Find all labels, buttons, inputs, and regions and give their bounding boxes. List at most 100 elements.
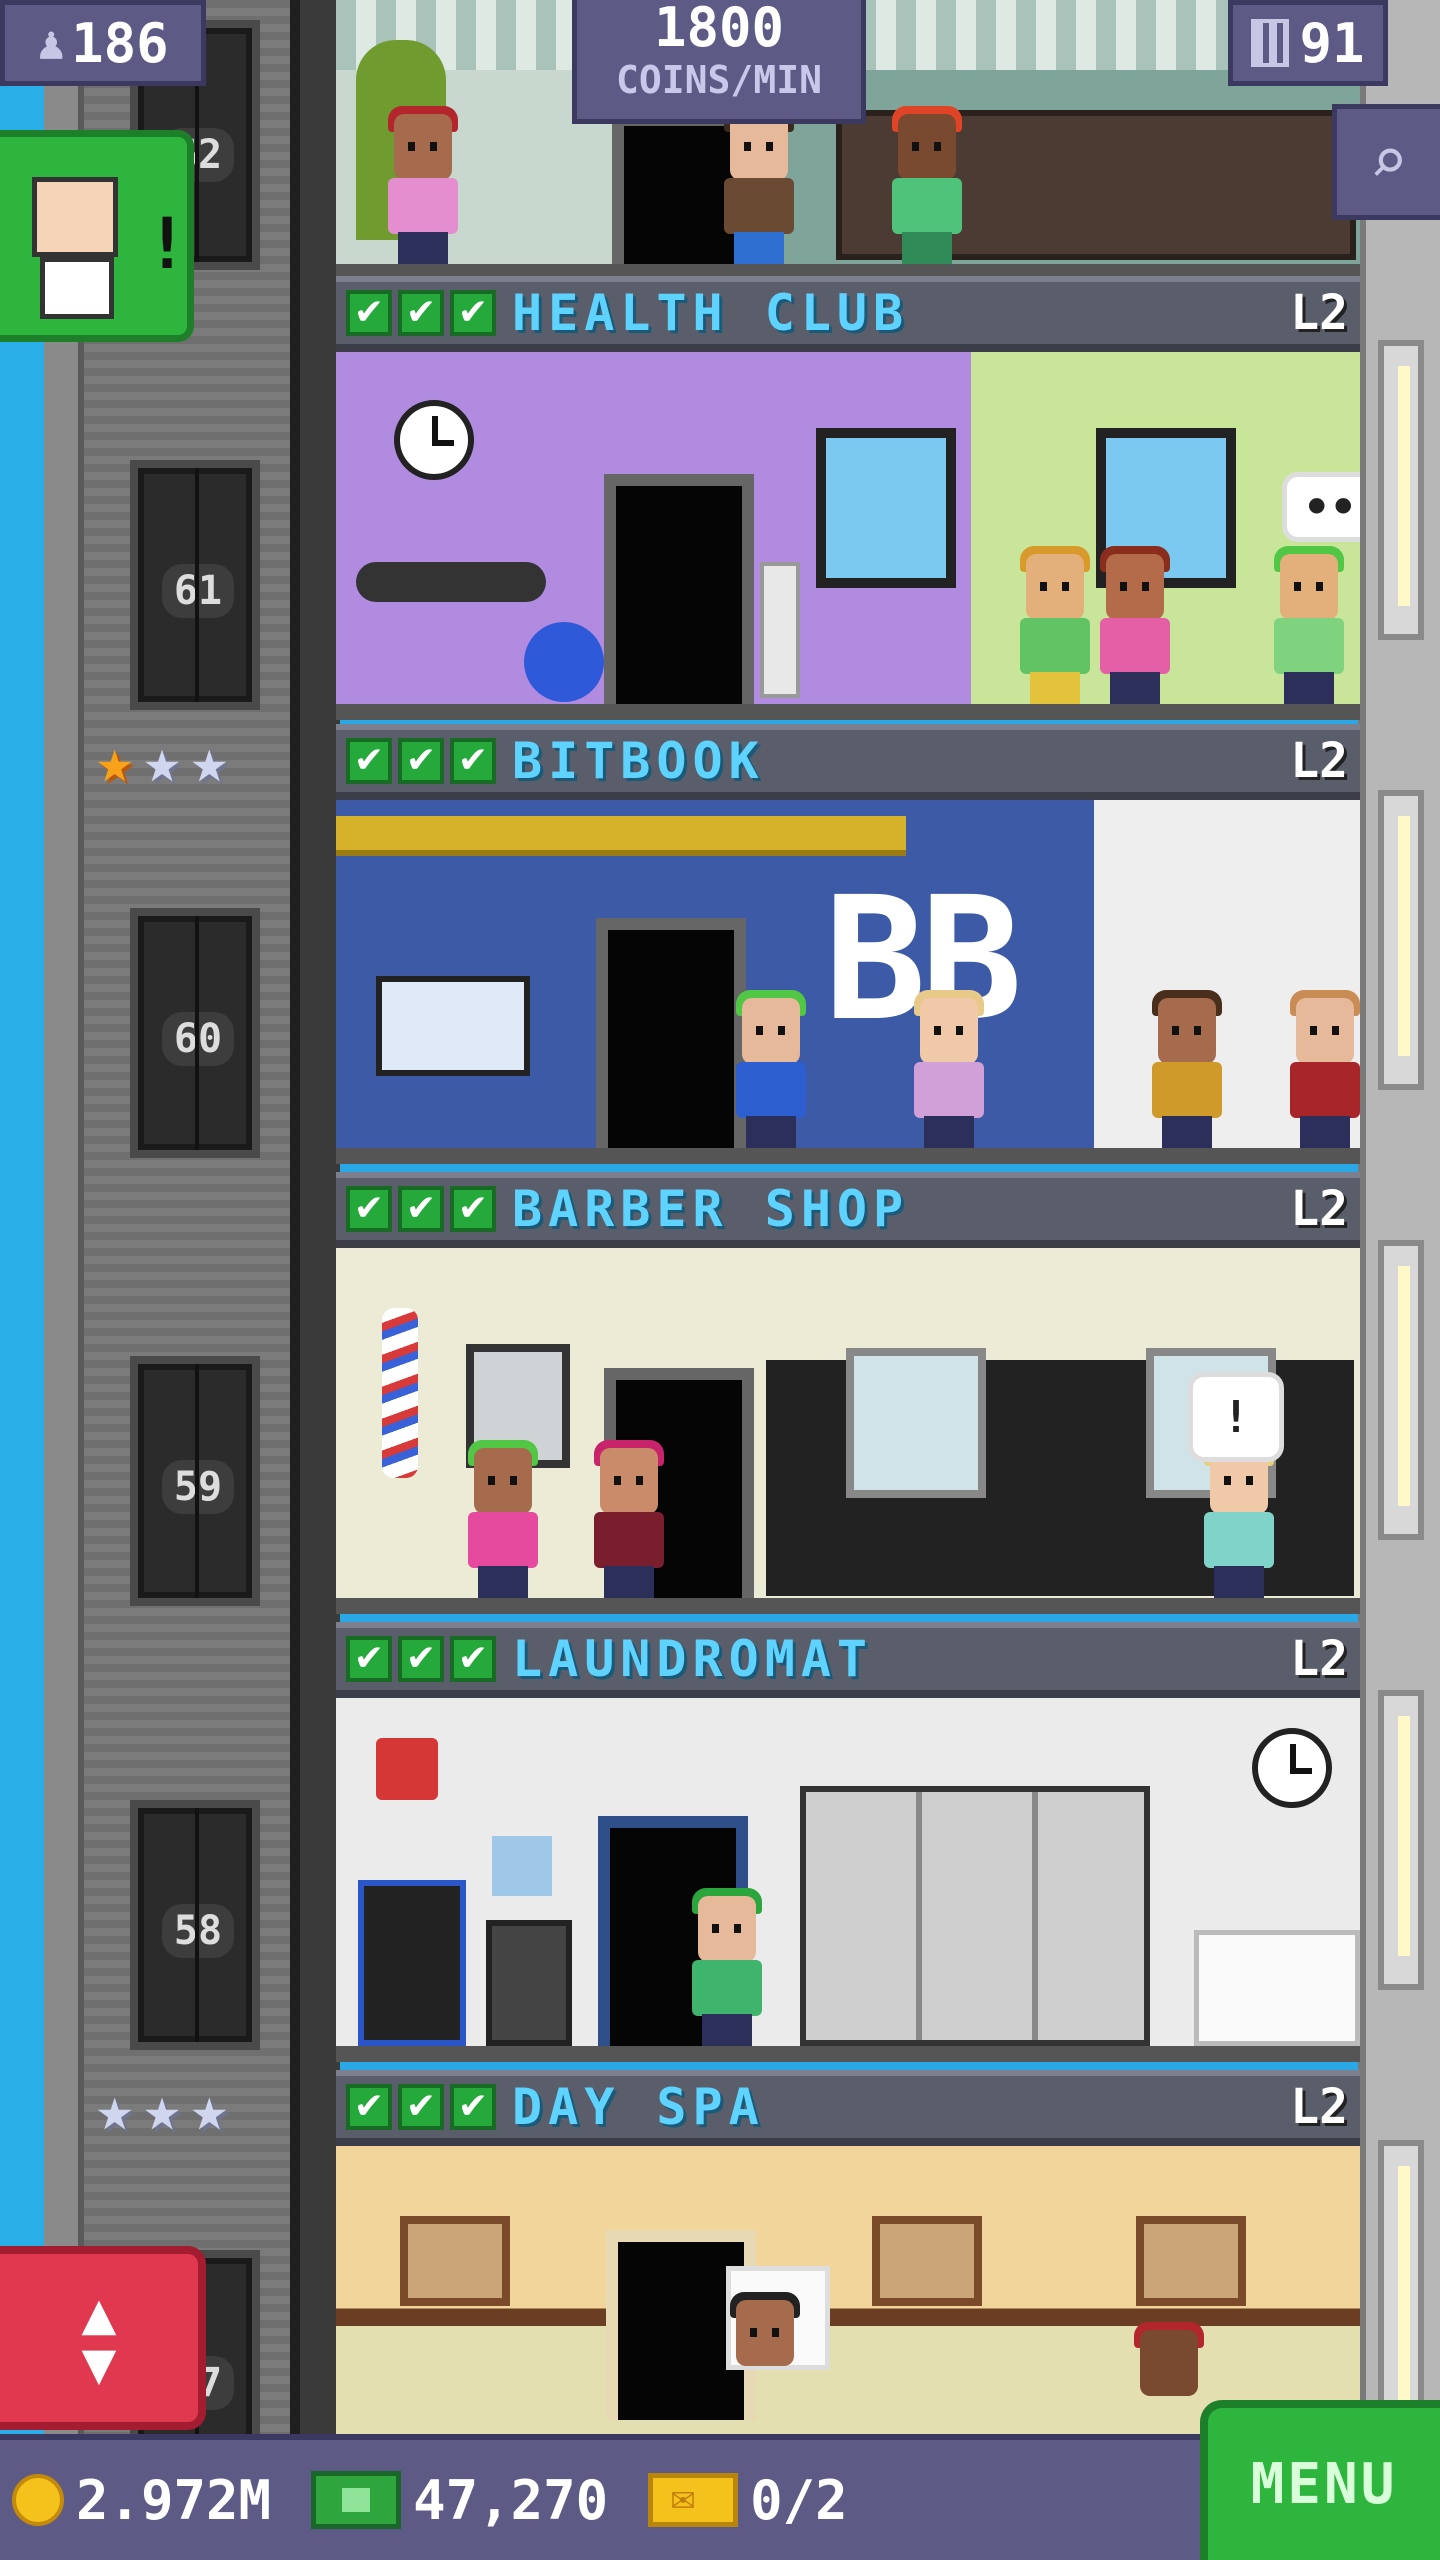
room-bitbook[interactable]: BB [336,800,1360,1164]
floor-label-health-club[interactable]: ✔ ✔ ✔ HEALTH CLUB L2 [336,276,1360,352]
check-icon: ✔ [346,1636,392,1682]
speech-bubble[interactable]: •• [1282,472,1360,542]
room-day-spa[interactable] [336,2146,1360,2436]
elevator-stop[interactable]: 60 [130,908,260,1158]
notice [492,1836,552,1896]
check-icon: ✔ [398,1186,444,1232]
bitizen[interactable] [1012,546,1096,704]
tickets-stat[interactable]: 0/2 [648,2469,848,2532]
coin-rate-label: COINS/MIN [616,58,822,102]
bitizen[interactable] [1126,2322,1210,2420]
star-icon: ★ [190,2072,228,2145]
change-machine [486,1920,572,2046]
room-door [604,474,754,704]
bitizen[interactable] [1144,990,1228,1148]
bitizen[interactable] [586,1440,670,1598]
bitizen-alert-button[interactable]: ! [0,130,194,342]
star-icon: ★ [96,724,134,797]
floor-checklist: ✔ ✔ ✔ [346,290,496,336]
star-icon: ★ [143,2072,181,2145]
check-icon: ✔ [346,290,392,336]
bitizen[interactable] [906,990,990,1148]
floor-label-day-spa[interactable]: ✔ ✔ ✔ DAY SPA L2 [336,2070,1360,2146]
floor-name: BARBER SHOP [512,1180,910,1238]
tickets-value: 0/2 [750,2468,848,2532]
bitizen[interactable] [1266,546,1350,704]
floor-checklist: ✔ ✔ ✔ [346,738,496,784]
room-barber-shop[interactable]: ! [336,1248,1360,1614]
check-icon: ✔ [450,738,496,784]
bux-value: 47,270 [413,2468,609,2532]
floor-label-bitbook[interactable]: ✔ ✔ ✔ BITBOOK L2 [336,724,1360,800]
elevator-floor-number: 61 [162,564,234,618]
barber-pole [382,1308,418,1478]
bitizen[interactable] [380,106,464,264]
room-door [596,918,746,1148]
check-icon: ✔ [450,1186,496,1232]
check-icon: ✔ [450,290,496,336]
coin-rate-panel[interactable]: 1800 COINS/MIN [572,0,866,124]
check-icon: ✔ [450,2084,496,2130]
coins-value: 2.972M [76,2468,272,2532]
bitizen[interactable] [460,1440,544,1598]
check-icon: ✔ [398,290,444,336]
framed-picture [1136,2216,1246,2306]
bitizen[interactable] [1196,1440,1280,1598]
bitizen[interactable] [884,106,968,264]
check-icon: ✔ [398,2084,444,2130]
framed-picture [400,2216,510,2306]
floor-level: L2 [1290,285,1348,341]
floor-count-value: 91 [1299,11,1365,75]
exclamation-icon: ! [146,203,189,285]
search-button[interactable]: ⌕ [1332,104,1440,220]
bitizen-avatar-body [40,257,114,319]
floor-level: L2 [1290,1181,1348,1237]
population-value: 186 [71,11,169,75]
exterior-window [1378,2140,1424,2440]
bitizen[interactable] [716,106,800,264]
ticket-icon [648,2473,739,2527]
check-icon: ✔ [450,1636,496,1682]
floor-level: L2 [1290,733,1348,789]
elevator-shaft-rail [290,0,340,2440]
check-icon: ✔ [398,738,444,784]
ceiling-duct [336,816,906,856]
folding-table [1194,1930,1360,2046]
elevator-stop[interactable]: 58 [130,1800,260,2050]
elevator-button[interactable]: ▲ ▼ [0,2246,206,2430]
monitor [376,976,530,1076]
exterior-window [1378,790,1424,1090]
check-icon: ✔ [346,738,392,784]
floor-label-laundromat[interactable]: ✔ ✔ ✔ LAUNDROMAT L2 [336,1622,1360,1698]
room-laundromat[interactable] [336,1698,1360,2062]
bitizen-avatar [32,177,118,257]
bux-stat[interactable]: 47,270 [311,2469,608,2532]
vending-machine [358,1880,466,2046]
floor-label-barber-shop[interactable]: ✔ ✔ ✔ BARBER SHOP L2 [336,1172,1360,1248]
bitizen[interactable] [684,1888,768,2046]
population-counter[interactable]: ♟ 186 [0,0,206,86]
floor-name: LAUNDROMAT [512,1630,874,1688]
elevator-stop[interactable]: 59 [130,1356,260,1606]
star-icon: ★ [190,724,228,797]
bitizen[interactable] [728,990,812,1148]
bitizen[interactable] [1092,546,1176,704]
elevator-floor-number: 60 [162,1012,234,1066]
room-health-club[interactable]: •• [336,352,1360,720]
magnifier-icon: ⌕ [1369,125,1408,199]
speech-bubble[interactable]: ! [1188,1372,1284,1462]
bitizen[interactable] [722,2292,806,2420]
floor-counter[interactable]: 91 [1228,0,1388,86]
exercise-ball [524,622,604,702]
building-icon [1251,19,1290,67]
star-icon: ★ [143,724,181,797]
down-arrow-icon: ▼ [81,2329,117,2397]
coins-stat[interactable]: 2.972M [12,2469,271,2532]
person-icon: ♟ [37,16,66,70]
window [816,428,956,588]
exterior-window [1378,340,1424,640]
elevator-stop[interactable]: 61 [130,460,260,710]
menu-button[interactable]: MENU [1200,2400,1440,2560]
floor-star-rating: ★ ★ ★ [96,2078,228,2140]
bitizen[interactable] [1282,990,1360,1148]
